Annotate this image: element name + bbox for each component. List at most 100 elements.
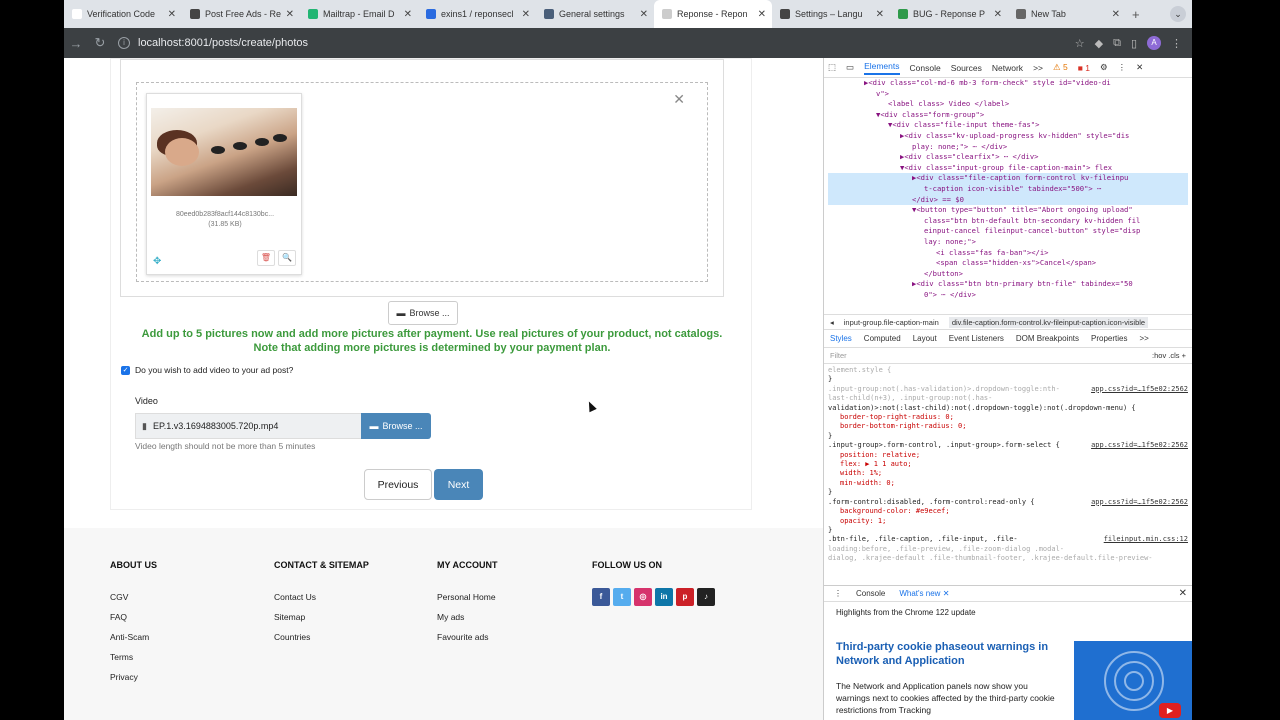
close-tab-icon[interactable]: ✕	[404, 9, 412, 20]
dom-node-line[interactable]: ▶<div class="clearfix"> ⋯ </div>	[828, 152, 1188, 163]
dom-node-line[interactable]: </div> == $0	[828, 194, 1188, 206]
photo-drop-zone[interactable]: ✕ 80eed0b283f8acf144c8130bc... (31.85 KB…	[136, 82, 708, 282]
instagram-icon[interactable]: ◎	[634, 588, 652, 606]
styles-subtab[interactable]: >>	[1140, 334, 1149, 343]
video-checkbox-row[interactable]: ✓ Do you wish to add video to your ad po…	[121, 365, 293, 375]
dom-node-line[interactable]: play: none;"> ⋯ </div>	[828, 142, 1188, 153]
tab-sources[interactable]: Sources	[951, 63, 982, 73]
close-tab-icon[interactable]: ✕	[640, 9, 648, 20]
previous-button[interactable]: Previous	[364, 469, 432, 500]
styles-subtab[interactable]: Styles	[830, 334, 852, 343]
drawer-tab-whats-new[interactable]: What's new ✕	[899, 589, 949, 598]
footer-link-terms[interactable]: Terms	[110, 652, 157, 662]
close-tab-icon[interactable]: ✕	[522, 9, 530, 20]
css-source-link[interactable]: app.css?id=…1f5e02:2562	[1091, 385, 1188, 394]
browser-tab[interactable]: Settings – Langu ✕	[772, 0, 890, 28]
linkedin-icon[interactable]: in	[655, 588, 673, 606]
browse-video-button[interactable]: ▬ Browse ...	[361, 413, 431, 439]
new-tab-button[interactable]: +	[1132, 7, 1140, 22]
dom-node-line[interactable]: v">	[828, 89, 1188, 100]
browser-tab[interactable]: BUG - Reponse P ✕	[890, 0, 1008, 28]
dom-node-line[interactable]: ▶<div class="btn btn-primary btn-file" t…	[828, 279, 1188, 290]
footer-link-anti-scam[interactable]: Anti-Scam	[110, 632, 157, 642]
delete-photo-button[interactable]: 🗑	[257, 250, 275, 266]
forward-icon[interactable]: →	[64, 36, 88, 51]
footer-link-personal-home[interactable]: Personal Home	[437, 592, 498, 602]
browser-menu-icon[interactable]: ⋮	[1171, 37, 1182, 50]
footer-link-countries[interactable]: Countries	[274, 632, 369, 642]
close-icon[interactable]: ✕	[673, 91, 685, 108]
dom-node-line[interactable]: <label class> Video </label>	[828, 99, 1188, 110]
styles-subtab[interactable]: Layout	[913, 334, 937, 343]
site-info-icon[interactable]: i	[118, 37, 130, 49]
drag-handle-icon[interactable]: ✥	[153, 256, 161, 267]
styles-subtab[interactable]: Properties	[1091, 334, 1127, 343]
dom-node-line[interactable]: lay: none;">	[828, 237, 1188, 248]
profile-avatar[interactable]: A	[1147, 36, 1161, 50]
browser-tab[interactable]: Mailtrap - Email D ✕	[300, 0, 418, 28]
dom-node-line[interactable]: ▼<div class="input-group file-caption-ma…	[828, 163, 1188, 174]
browser-tab[interactable]: General settings ✕	[536, 0, 654, 28]
dom-node-line[interactable]: class="btn btn-default btn-secondary kv-…	[828, 216, 1188, 227]
drawer-tab-console[interactable]: Console	[856, 589, 885, 598]
device-toolbar-icon[interactable]: ▭	[846, 62, 854, 73]
error-count[interactable]: ■ 1	[1078, 63, 1090, 73]
gear-icon[interactable]: ⚙	[1100, 62, 1108, 73]
dom-node-line[interactable]: ▶<div class="kv-upload-progress kv-hidde…	[828, 131, 1188, 142]
browser-tab[interactable]: Verification Code ✕	[64, 0, 182, 28]
dom-node-line[interactable]: ▼<button type="button" title="Abort ongo…	[828, 205, 1188, 216]
browser-tab[interactable]: Post Free Ads - Re ✕	[182, 0, 300, 28]
warning-count[interactable]: ⚠ 5	[1053, 62, 1068, 73]
footer-link-privacy[interactable]: Privacy	[110, 672, 157, 682]
video-checkbox[interactable]: ✓	[121, 365, 130, 375]
video-file-input[interactable]: ▮ EP.1.v3.1694883005.720p.mp4 ▬ Browse .…	[135, 413, 431, 439]
footer-link-favourite-ads[interactable]: Favourite ads	[437, 632, 498, 642]
footer-link-sitemap[interactable]: Sitemap	[274, 612, 369, 622]
tab-network[interactable]: Network	[992, 63, 1023, 73]
dom-node-line[interactable]: </button>	[828, 269, 1188, 280]
styles-subtab[interactable]: Computed	[864, 334, 901, 343]
tab-more[interactable]: >>	[1033, 63, 1043, 73]
tab-search-button[interactable]: ⌄	[1170, 6, 1186, 22]
crumb-file-caption[interactable]: div.file-caption.form-control.kv-fileinp…	[948, 316, 1149, 328]
styles-subtab[interactable]: DOM Breakpoints	[1016, 334, 1079, 343]
drawer-menu-icon[interactable]: ⋮	[834, 589, 842, 598]
bookmark-star-icon[interactable]: ☆	[1075, 37, 1085, 50]
dom-node-line[interactable]: t-caption icon-visible" tabindex="500"> …	[828, 183, 1188, 195]
footer-link-cgv[interactable]: CGV	[110, 592, 157, 602]
play-icon[interactable]: ▶	[1159, 703, 1181, 718]
close-tab-icon[interactable]: ✕	[876, 9, 884, 20]
browser-tab[interactable]: Reponse - Repon ✕	[654, 0, 772, 28]
whats-new-video-thumbnail[interactable]: ▶	[1074, 641, 1192, 720]
footer-link-contact[interactable]: Contact Us	[274, 592, 369, 602]
dom-node-line[interactable]: <span class="hidden-xs">Cancel</span>	[828, 258, 1188, 269]
browser-tab[interactable]: New Tab ✕	[1008, 0, 1126, 28]
close-tab-icon[interactable]: ✕	[1112, 9, 1120, 20]
close-tab-icon[interactable]: ✕	[758, 9, 766, 20]
close-tab-icon[interactable]: ✕	[286, 9, 294, 20]
close-devtools-icon[interactable]: ✕	[1136, 62, 1143, 73]
filter-tools[interactable]: :hov .cls +	[1152, 351, 1186, 360]
css-source-link[interactable]: fileinput.min.css:12	[1104, 535, 1188, 544]
dom-node-line[interactable]: ▼<div class="file-input theme-fas">	[828, 120, 1188, 131]
css-source-link[interactable]: app.css?id=…1f5e02:2562	[1091, 441, 1188, 450]
pinterest-icon[interactable]: p	[676, 588, 694, 606]
crumb-input-group[interactable]: input-group.file-caption-main	[844, 318, 939, 327]
drawer-article-title[interactable]: Third-party cookie phaseout warnings in …	[836, 640, 1056, 668]
browse-photos-button[interactable]: ▬ Browse ...	[388, 301, 458, 325]
crumb-prev-icon[interactable]: ◂	[830, 318, 834, 327]
close-tab-icon[interactable]: ✕	[168, 9, 176, 20]
dom-node-line[interactable]: <i class="fas fa-ban"></i>	[828, 248, 1188, 259]
next-button[interactable]: Next	[434, 469, 483, 500]
video-file-caption[interactable]: ▮ EP.1.v3.1694883005.720p.mp4	[135, 413, 361, 439]
css-source-link[interactable]: app.css?id=…1f5e02:2562	[1091, 498, 1188, 507]
browser-tab[interactable]: exins1 / reponsecl ✕	[418, 0, 536, 28]
extension-icon[interactable]: ◆	[1095, 37, 1103, 50]
tiktok-icon[interactable]: ♪	[697, 588, 715, 606]
tab-elements[interactable]: Elements	[864, 61, 900, 75]
dom-node-line[interactable]: einput-cancel fileinput-cancel-button" s…	[828, 226, 1188, 237]
styles-subtab[interactable]: Event Listeners	[949, 334, 1004, 343]
facebook-icon[interactable]: f	[592, 588, 610, 606]
extensions-puzzle-icon[interactable]: ⧉	[1113, 37, 1121, 50]
close-tab-icon[interactable]: ✕	[994, 9, 1002, 20]
